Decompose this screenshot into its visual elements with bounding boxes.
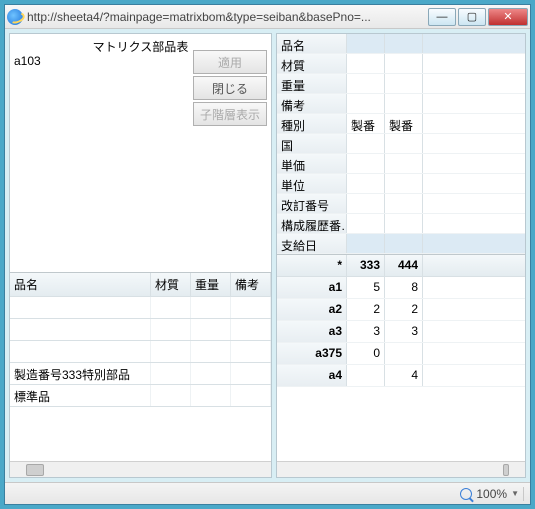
close-button[interactable]: ✕ bbox=[488, 8, 528, 26]
data-row[interactable]: a333 bbox=[277, 321, 525, 343]
attr-row[interactable]: 材質 bbox=[277, 54, 525, 74]
data-row[interactable]: a44 bbox=[277, 365, 525, 387]
left-grid-header: 品名 材質 重量 備考 bbox=[10, 273, 271, 297]
data-row[interactable]: a158 bbox=[277, 277, 525, 299]
data-row[interactable]: a3750 bbox=[277, 343, 525, 365]
ie-icon bbox=[7, 9, 23, 25]
attr-row[interactable]: 支給日 bbox=[277, 234, 525, 254]
statusbar: 100% ▼ bbox=[5, 482, 530, 504]
table-row[interactable]: 標準品 bbox=[10, 385, 271, 407]
child-level-button[interactable]: 子階層表示 bbox=[193, 102, 267, 126]
zoom-icon[interactable] bbox=[460, 488, 472, 500]
address-text: http://sheeta4/?mainpage=matrixbom&type=… bbox=[27, 10, 428, 24]
attr-row[interactable]: 重量 bbox=[277, 74, 525, 94]
col-star[interactable]: * bbox=[277, 255, 347, 276]
col-weight[interactable]: 重量 bbox=[191, 273, 231, 296]
attr-row[interactable]: 単位 bbox=[277, 174, 525, 194]
right-pane: 品名材質重量備考種別製番製番国単価単位改訂番号構成履歴番…支給日 * 333 4… bbox=[276, 33, 526, 478]
attr-row[interactable]: 構成履歴番… bbox=[277, 214, 525, 234]
col-name[interactable]: 品名 bbox=[10, 273, 151, 296]
attr-row[interactable]: 単価 bbox=[277, 154, 525, 174]
window: http://sheeta4/?mainpage=matrixbom&type=… bbox=[4, 4, 531, 505]
left-pane: マトリクス部品表 a103 適用 閉じる 子階層表示 品名 材質 重量 備考 製… bbox=[9, 33, 272, 478]
table-row[interactable]: 製造番号333特別部品 bbox=[10, 363, 271, 385]
table-row[interactable] bbox=[10, 319, 271, 341]
minimize-button[interactable]: — bbox=[428, 8, 456, 26]
zoom-dropdown-icon[interactable]: ▼ bbox=[511, 489, 519, 498]
left-h-scroll[interactable] bbox=[10, 461, 271, 477]
maximize-button[interactable]: ▢ bbox=[458, 8, 486, 26]
col-material[interactable]: 材質 bbox=[151, 273, 191, 296]
col-444[interactable]: 444 bbox=[385, 255, 423, 276]
col-remarks[interactable]: 備考 bbox=[231, 273, 271, 296]
table-row[interactable] bbox=[10, 341, 271, 363]
right-data-header: * 333 444 bbox=[277, 255, 525, 277]
left-grid: 品名 材質 重量 備考 製造番号333特別部品標準品 bbox=[10, 272, 271, 461]
attr-row[interactable]: 改訂番号 bbox=[277, 194, 525, 214]
item-code: a103 bbox=[14, 54, 41, 68]
attr-row[interactable]: 国 bbox=[277, 134, 525, 154]
zoom-level: 100% bbox=[476, 487, 507, 501]
attr-row[interactable]: 種別製番製番 bbox=[277, 114, 525, 134]
close-panel-button[interactable]: 閉じる bbox=[193, 76, 267, 100]
apply-button[interactable]: 適用 bbox=[193, 50, 267, 74]
col-333[interactable]: 333 bbox=[347, 255, 385, 276]
attr-row[interactable]: 品名 bbox=[277, 34, 525, 54]
right-h-scroll[interactable] bbox=[277, 461, 525, 477]
attr-row[interactable]: 備考 bbox=[277, 94, 525, 114]
table-row[interactable] bbox=[10, 297, 271, 319]
titlebar: http://sheeta4/?mainpage=matrixbom&type=… bbox=[5, 5, 530, 29]
data-row[interactable]: a222 bbox=[277, 299, 525, 321]
